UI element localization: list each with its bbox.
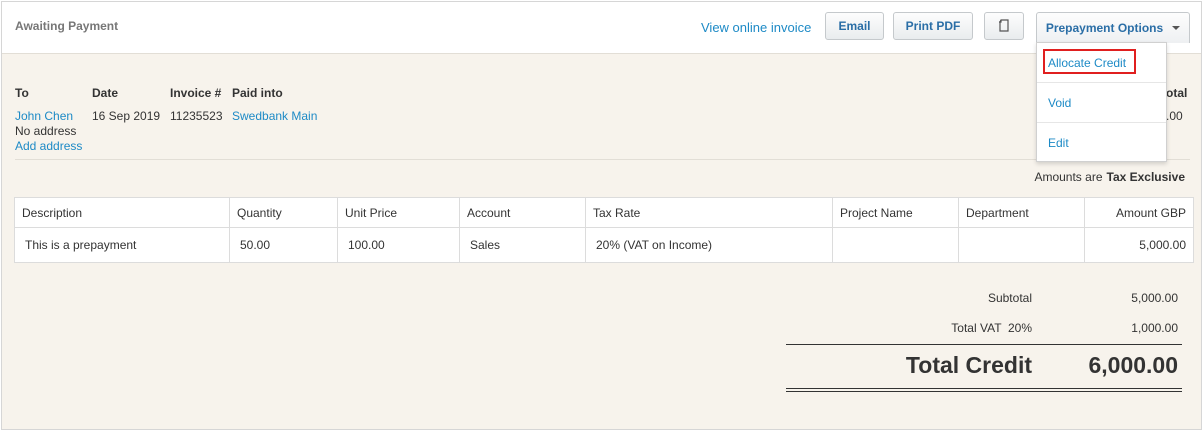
col-description: Description	[14, 197, 230, 228]
email-button[interactable]: Email	[825, 12, 884, 40]
total-rule-bottom-double	[786, 391, 1182, 392]
total-label-partial: otal	[1166, 86, 1188, 100]
subtotal-label: Subtotal	[987, 291, 1032, 305]
menu-item-label: Edit	[1048, 136, 1069, 150]
date-value: 16 Sep 2019	[92, 109, 161, 123]
date-label: Date	[92, 86, 119, 100]
view-online-invoice-link[interactable]: View online invoice	[701, 20, 811, 35]
vat-value: 1,000.00	[1131, 321, 1178, 335]
amounts-note: Amounts are Tax Exclusive	[1034, 170, 1185, 184]
col-tax-rate: Tax Rate	[585, 197, 833, 228]
no-address-text: No address	[15, 124, 77, 138]
invoice-number-label: Invoice #	[170, 86, 222, 100]
table-row[interactable]: This is a prepayment 50.00 100.00 Sales …	[14, 227, 1194, 263]
divider	[15, 159, 1190, 160]
cell-department	[958, 227, 1085, 263]
prepayment-options-menu: Allocate Credit Void Edit	[1036, 42, 1167, 162]
total-credit-value: 6,000.00	[1088, 352, 1178, 378]
cell-account: Sales	[459, 227, 586, 263]
col-project-name: Project Name	[832, 197, 959, 228]
cell-quantity: 50.00	[229, 227, 338, 263]
menu-item-label: Void	[1048, 96, 1072, 110]
col-account: Account	[459, 197, 586, 228]
total-rule-top	[786, 344, 1182, 345]
prepayment-options-button[interactable]: Prepayment Options	[1036, 12, 1190, 43]
paid-into-link[interactable]: Swedbank Main	[232, 109, 317, 123]
copy-button[interactable]	[984, 12, 1024, 40]
print-pdf-button[interactable]: Print PDF	[893, 12, 973, 40]
copy-icon	[999, 19, 1009, 32]
cell-unit-price: 100.00	[337, 227, 460, 263]
cell-tax-rate: 20% (VAT on Income)	[585, 227, 833, 263]
menu-item-label: Allocate Credit	[1048, 56, 1127, 70]
col-amount: Amount GBP	[1084, 197, 1194, 228]
col-department: Department	[958, 197, 1085, 228]
add-address-link[interactable]: Add address	[15, 139, 82, 153]
line-items-table: Description Quantity Unit Price Account …	[14, 197, 1194, 263]
cell-amount: 5,000.00	[1084, 227, 1194, 263]
toolbar: Awaiting Payment View online invoice Ema…	[2, 2, 1201, 54]
subtotal-value: 5,000.00	[1131, 291, 1178, 305]
table-header-row: Description Quantity Unit Price Account …	[14, 197, 1194, 228]
col-unit-price: Unit Price	[337, 197, 460, 228]
chevron-down-icon	[1172, 26, 1181, 30]
invoice-number-value: 11235523	[170, 109, 223, 123]
col-quantity: Quantity	[229, 197, 338, 228]
vat-label: Total VAT 20%	[951, 321, 1032, 335]
paid-into-label: Paid into	[232, 86, 283, 100]
total-rule-bottom	[786, 388, 1182, 389]
total-credit-label: Total Credit	[905, 352, 1032, 378]
menu-item-edit[interactable]: Edit	[1037, 123, 1166, 163]
highlight-box: Allocate Credit	[1043, 49, 1136, 74]
to-label: To	[15, 86, 29, 100]
total-value-partial: .00	[1166, 109, 1183, 123]
amounts-note-value: Tax Exclusive	[1106, 170, 1186, 184]
cell-description: This is a prepayment	[14, 227, 230, 263]
contact-link[interactable]: John Chen	[15, 109, 73, 123]
menu-item-allocate-credit[interactable]: Allocate Credit	[1037, 43, 1166, 83]
status-label: Awaiting Payment	[15, 19, 119, 33]
prepayment-options-label: Prepayment Options	[1045, 21, 1164, 35]
invoice-panel: Awaiting Payment View online invoice Ema…	[1, 1, 1202, 430]
amounts-note-prefix: Amounts are	[1034, 170, 1103, 184]
menu-item-void[interactable]: Void	[1037, 83, 1166, 123]
cell-project-name	[832, 227, 959, 263]
